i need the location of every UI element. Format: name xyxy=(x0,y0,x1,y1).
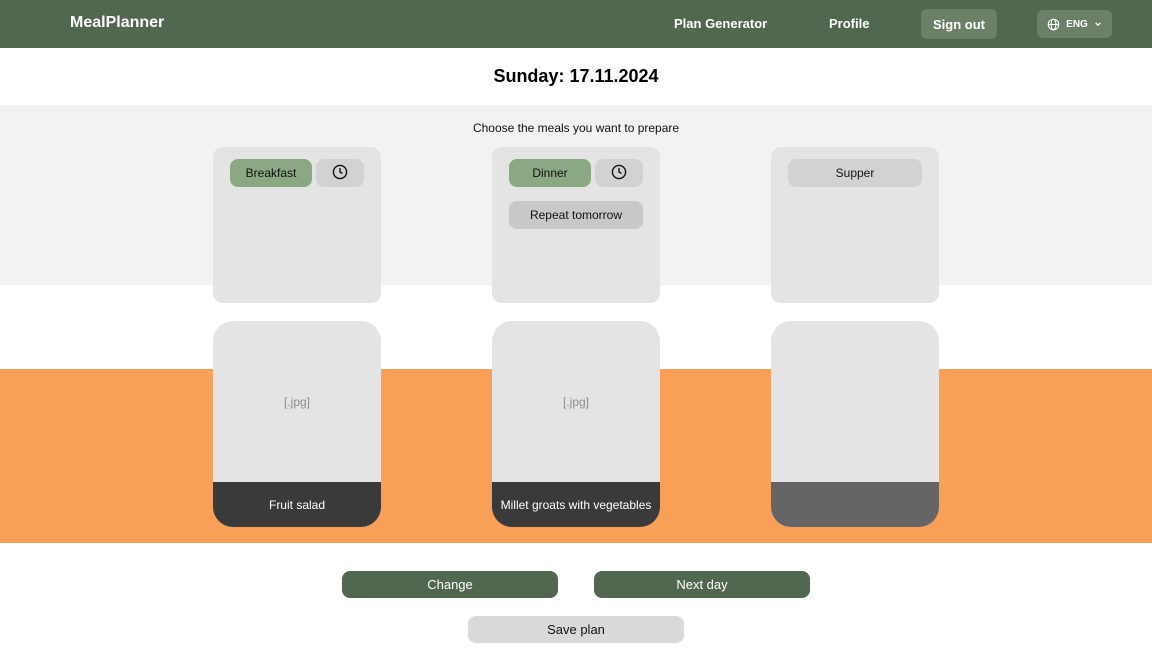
nav-profile-link[interactable]: Profile xyxy=(829,16,869,31)
top-navbar: MealPlanner Plan Generator Profile Sign … xyxy=(0,0,1152,48)
app-logo[interactable]: MealPlanner xyxy=(70,14,164,32)
breakfast-toggle-button[interactable]: Breakfast xyxy=(230,159,312,187)
dish-name: Millet groats with vegetables xyxy=(492,482,660,527)
save-plan-button[interactable]: Save plan xyxy=(468,616,684,643)
clock-icon xyxy=(332,164,348,183)
sign-out-button[interactable]: Sign out xyxy=(921,9,997,39)
nav-plan-generator-link[interactable]: Plan Generator xyxy=(674,16,767,31)
repeat-tomorrow-button[interactable]: Repeat tomorrow xyxy=(509,201,643,229)
dinner-time-button[interactable] xyxy=(595,159,643,187)
dish-card-breakfast[interactable]: [.jpg] Fruit salad xyxy=(213,321,381,527)
chevron-down-icon xyxy=(1094,20,1102,28)
supper-toggle-button[interactable]: Supper xyxy=(788,159,922,187)
globe-icon xyxy=(1047,18,1060,31)
day-title: Sunday: 17.11.2024 xyxy=(493,66,659,86)
meal-card-breakfast: Breakfast xyxy=(213,147,381,303)
language-selector[interactable]: ENG xyxy=(1037,10,1112,38)
dish-card-supper[interactable] xyxy=(771,321,939,527)
dish-image-placeholder xyxy=(771,321,939,482)
meal-selection-instruction: Choose the meals you want to prepare xyxy=(472,121,680,135)
dish-name: Fruit salad xyxy=(213,482,381,527)
dish-image-placeholder: [.jpg] xyxy=(283,394,310,409)
change-button[interactable]: Change xyxy=(342,571,558,598)
dish-name xyxy=(771,482,939,527)
dish-image-placeholder: [.jpg] xyxy=(562,394,589,409)
meal-card-dinner: Dinner Repeat tomorrow xyxy=(492,147,660,303)
dinner-toggle-button[interactable]: Dinner xyxy=(509,159,591,187)
next-day-button[interactable]: Next day xyxy=(594,571,810,598)
dish-card-dinner[interactable]: [.jpg] Millet groats with vegetables xyxy=(492,321,660,527)
language-label: ENG xyxy=(1066,18,1088,30)
meal-card-supper: Supper xyxy=(771,147,939,303)
clock-icon xyxy=(611,164,627,183)
breakfast-time-button[interactable] xyxy=(316,159,364,187)
